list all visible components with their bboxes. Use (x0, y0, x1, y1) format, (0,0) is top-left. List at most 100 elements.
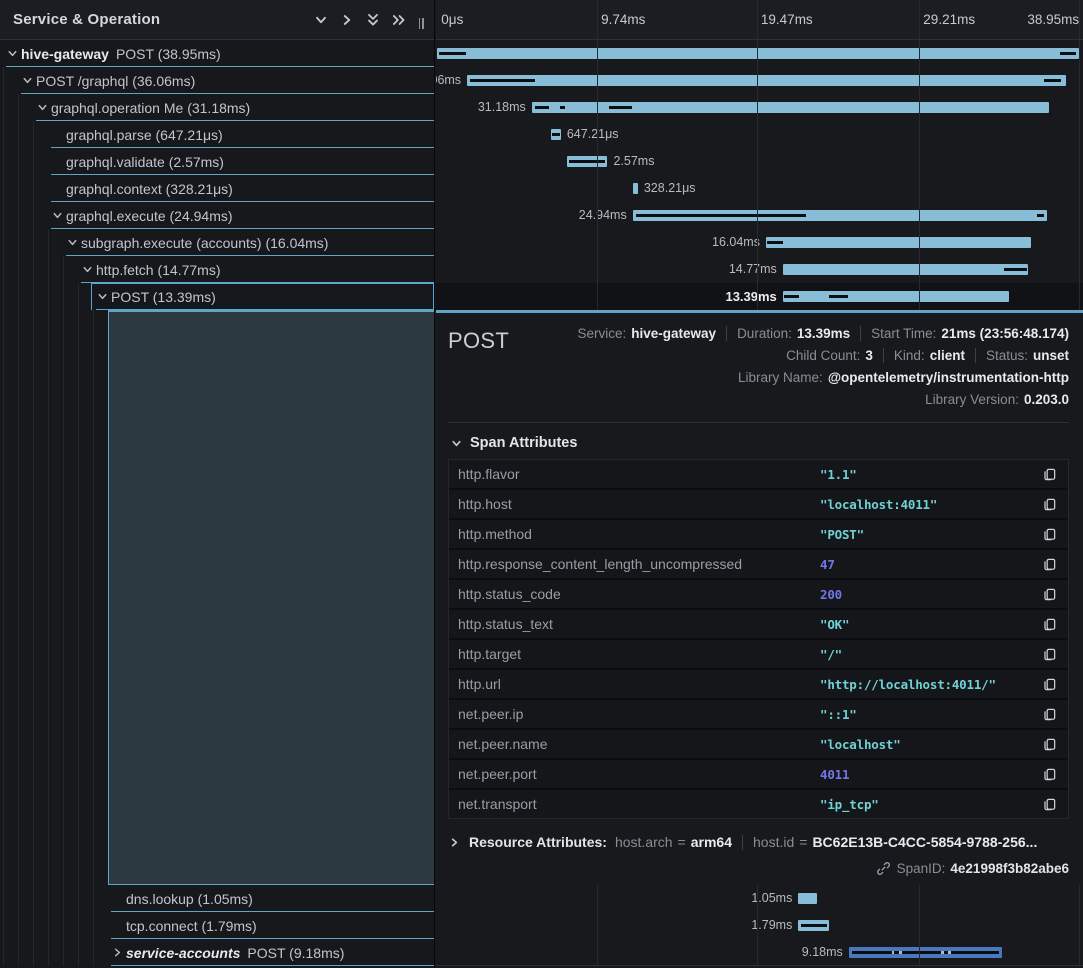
copy-icon[interactable] (1040, 525, 1058, 543)
span-detail-card: POST Service:hive-gatewayDuration:13.39m… (436, 310, 1083, 885)
indent-guide (48, 256, 49, 283)
chevron-down-icon[interactable] (96, 290, 111, 303)
bar-segment (801, 924, 827, 927)
attribute-value: 200 (820, 587, 1040, 602)
timeline-tick-label: 9.74ms (601, 12, 645, 27)
chevron-down-icon[interactable] (21, 74, 36, 87)
resource-key: host.id (753, 834, 794, 850)
copy-icon[interactable] (1040, 495, 1058, 513)
tree-row[interactable]: tcp.connect (1.79ms) (0, 912, 434, 939)
chevron-down-icon[interactable] (66, 236, 81, 249)
span-bar[interactable] (798, 893, 817, 904)
tree-row[interactable]: graphql.operation Me (31.18ms) (0, 94, 434, 121)
span-bar[interactable] (567, 156, 608, 167)
meta-value: @opentelemetry/instrumentation-http (828, 370, 1069, 385)
tree-row[interactable]: service-accountsPOST (9.18ms) (0, 939, 434, 966)
attribute-key: net.transport (458, 796, 820, 812)
indent-guide (93, 310, 94, 885)
span-bar[interactable] (766, 237, 1031, 248)
resource-key: host.arch (615, 834, 673, 850)
equals-sign: = (799, 834, 807, 850)
copy-icon[interactable] (1040, 555, 1058, 573)
copy-icon[interactable] (1040, 585, 1058, 603)
tree-row[interactable]: graphql.validate (2.57ms) (0, 148, 434, 175)
attribute-value: "OK" (820, 617, 1040, 632)
span-bar[interactable] (798, 920, 829, 931)
copy-icon[interactable] (1040, 615, 1058, 633)
operation-label: POST /graphql (36.06ms) (36, 73, 195, 89)
indent-guide (3, 310, 4, 885)
service-operation-panel: Service & Operation hive-gatewayPOST (38… (0, 0, 435, 968)
operation-label: graphql.context (328.21μs) (66, 181, 233, 197)
chevron-down-icon[interactable] (51, 209, 66, 222)
span-bar[interactable] (532, 102, 1050, 113)
copy-icon[interactable] (1040, 735, 1058, 753)
span-duration-label: 14.77ms (729, 256, 777, 283)
copy-icon[interactable] (1040, 765, 1058, 783)
span-bar[interactable] (437, 48, 1079, 59)
meta-line: Library Version:0.203.0 (509, 388, 1069, 410)
indent-guide (78, 885, 79, 912)
indent-guide (33, 229, 34, 256)
service-operation-header: Service & Operation (0, 0, 434, 40)
span-bar[interactable] (783, 264, 1028, 275)
tree-row[interactable]: graphql.context (328.21μs) (0, 175, 434, 202)
indent-guide (3, 202, 4, 229)
indent-guide (33, 148, 34, 175)
service-name: hive-gateway (21, 46, 109, 62)
indent-guide (33, 939, 34, 966)
tree-row[interactable]: graphql.parse (647.21μs) (0, 121, 434, 148)
chevron-down-icon[interactable] (36, 101, 51, 114)
tree-row[interactable]: POST (13.39ms) (0, 283, 434, 310)
operation-label: POST (13.39ms) (111, 289, 216, 305)
span-bar[interactable] (633, 210, 1048, 221)
resource-attributes-row[interactable]: Resource Attributes: host.arch=arm64host… (448, 834, 1069, 850)
span-attributes-table: http.flavor"1.1"http.host"localhost:4011… (448, 459, 1069, 819)
attribute-value: "/" (820, 647, 1040, 662)
double-chevron-right-icon[interactable] (386, 7, 412, 33)
copy-icon[interactable] (1040, 705, 1058, 723)
bar-segment (1044, 79, 1061, 82)
tree-row[interactable]: dns.lookup (1.05ms) (0, 885, 434, 912)
attribute-row: http.target"/" (449, 640, 1068, 668)
panel-title: Service & Operation (13, 11, 308, 28)
indent-guide (48, 283, 49, 310)
tree-row[interactable]: subgraph.execute (accounts) (16.04ms) (0, 229, 434, 256)
link-icon[interactable] (876, 861, 891, 876)
tree-row[interactable]: graphql.execute (24.94ms) (0, 202, 434, 229)
span-bar[interactable] (467, 75, 1066, 86)
tree-row[interactable]: hive-gatewayPOST (38.95ms) (0, 40, 434, 67)
timeline-row: 31.18ms (436, 94, 1083, 121)
indent-guide (63, 256, 64, 283)
attribute-value: 4011 (820, 767, 1040, 782)
chevron-right-icon[interactable] (111, 946, 126, 959)
indent-guide (48, 885, 49, 912)
indent-guide (3, 939, 4, 966)
chevron-right-icon[interactable] (334, 7, 360, 33)
span-bar[interactable] (849, 947, 1002, 958)
span-bar[interactable] (783, 291, 1009, 302)
chevron-down-icon[interactable] (308, 7, 334, 33)
span-id-value: 4e21998f3b82abe6 (950, 861, 1069, 876)
timeline-gridline (919, 885, 920, 965)
copy-icon[interactable] (1040, 675, 1058, 693)
tree-row[interactable]: http.fetch (14.77ms) (0, 256, 434, 283)
tree-row[interactable]: POST /graphql (36.06ms) (0, 67, 434, 94)
chevron-right-icon (448, 836, 461, 849)
chevron-down-icon[interactable] (81, 263, 96, 276)
chevron-down-icon[interactable] (6, 47, 21, 60)
span-attributes-header[interactable]: Span Attributes (450, 435, 1069, 451)
timeline-row: 24.94ms (436, 202, 1083, 229)
span-bar[interactable] (551, 129, 561, 140)
copy-icon[interactable] (1040, 465, 1058, 483)
double-chevron-down-icon[interactable] (360, 7, 386, 33)
timeline-gridline (1079, 40, 1080, 310)
panel-splitter[interactable] (416, 18, 426, 32)
copy-icon[interactable] (1040, 795, 1058, 813)
indent-guide (63, 885, 64, 912)
attribute-value: "ip_tcp" (820, 797, 1040, 812)
copy-icon[interactable] (1040, 645, 1058, 663)
span-bar[interactable] (633, 183, 638, 194)
indent-guide (18, 310, 19, 885)
divider (883, 348, 884, 363)
